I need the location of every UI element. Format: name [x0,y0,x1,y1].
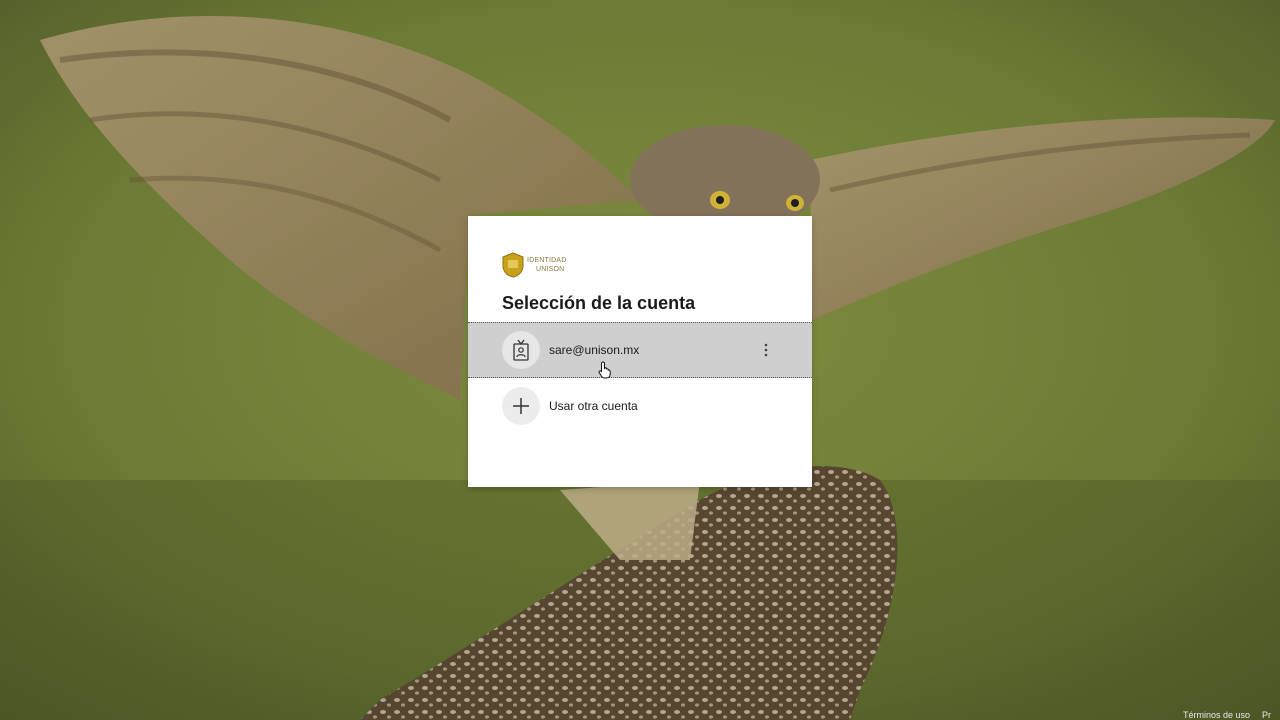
page-footer: Términos de uso Pr [1183,710,1280,720]
account-picker-dialog: IDENTIDAD UNISON Selección de la cuenta … [468,216,812,487]
unison-logo: IDENTIDAD UNISON [502,251,567,279]
logo-line-1: IDENTIDAD [527,257,567,264]
badge-icon [513,339,529,361]
use-another-account-label: Usar otra cuenta [549,399,638,413]
dialog-title: Selección de la cuenta [502,293,696,313]
shield-logo-icon [502,252,524,278]
plus-icon [513,398,529,414]
use-another-account-row[interactable]: Usar otra cuenta [468,378,812,434]
more-vertical-icon [764,343,768,357]
account-email: sare@unison.mx [549,343,640,357]
logo-line-2: UNISON [536,266,565,273]
account-list: sare@unison.mx Usar otra cuenta [468,322,812,434]
more-options-button[interactable] [754,338,778,362]
account-avatar [502,331,540,369]
add-account-avatar [502,387,540,425]
logo-text: IDENTIDAD UNISON [527,256,567,274]
account-row-sare[interactable]: sare@unison.mx [468,322,812,379]
hand-cursor-icon [598,361,611,379]
privacy-link[interactable]: Pr [1262,710,1271,720]
terms-link[interactable]: Términos de uso [1183,710,1250,720]
